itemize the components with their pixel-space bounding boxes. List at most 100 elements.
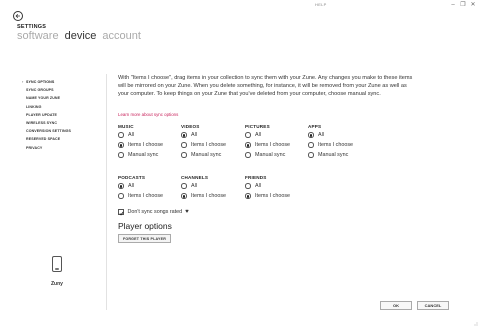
cancel-button[interactable]: CANCEL — [417, 301, 449, 310]
pictures-option-manual-sync[interactable]: Manual sync — [245, 150, 290, 160]
back-arrow-icon — [15, 14, 20, 18]
sync-description: With "Items I choose", drag items in you… — [118, 75, 413, 97]
videos-option-all[interactable]: All — [181, 130, 226, 140]
active-nav-caret-icon: › — [22, 79, 24, 84]
podcasts-option-items-i-choose[interactable]: Items I choose — [118, 191, 163, 201]
option-label: Manual sync — [128, 152, 159, 158]
friends-option-all[interactable]: All — [245, 181, 290, 191]
pivot-software[interactable]: software — [17, 30, 59, 42]
option-label: All — [318, 132, 324, 138]
dont-sync-rated-label: Don't sync songs rated — [127, 209, 183, 215]
close-button[interactable]: ✕ — [470, 2, 476, 8]
option-label: Items I choose — [318, 142, 354, 148]
nav-item-sync-groups[interactable]: SYNC GROUPS — [26, 86, 71, 94]
option-label: Items I choose — [255, 142, 291, 148]
music-option-all[interactable]: All — [118, 130, 163, 140]
radio-button[interactable] — [245, 152, 251, 158]
radio-button[interactable] — [245, 183, 251, 189]
group-title: VIDEOS — [181, 124, 200, 129]
dont-sync-rated-checkbox[interactable] — [118, 209, 124, 216]
nav-item-conversion-settings[interactable]: CONVERSION SETTINGS — [26, 127, 71, 135]
group-title: PODCASTS — [118, 175, 146, 180]
music-option-manual-sync[interactable]: Manual sync — [118, 150, 163, 160]
pivot-nav: software device account — [17, 30, 141, 42]
dont-sync-rated-option[interactable]: Don't sync songs rated ♥ — [118, 209, 189, 216]
pictures-option-all[interactable]: All — [245, 130, 290, 140]
nav-item-sync-options[interactable]: SYNC OPTIONS — [26, 78, 71, 86]
title-bar: HELP – ❐ ✕ — [0, 0, 480, 12]
option-label: Items I choose — [255, 193, 291, 199]
option-label: All — [255, 132, 261, 138]
radio-button[interactable] — [118, 152, 124, 158]
minimize-button[interactable]: – — [450, 2, 456, 8]
radio-button[interactable] — [245, 142, 251, 148]
apps-option-manual-sync[interactable]: Manual sync — [308, 150, 353, 160]
option-label: Items I choose — [191, 142, 227, 148]
podcasts-option-all[interactable]: All — [118, 181, 163, 191]
nav-item-reserved-space[interactable]: RESERVED SPACE — [26, 135, 71, 143]
nav-item-linking[interactable]: LINKING — [26, 103, 71, 111]
option-label: Manual sync — [255, 152, 286, 158]
radio-button[interactable] — [181, 132, 187, 138]
radio-button[interactable] — [118, 183, 124, 189]
pivot-account[interactable]: account — [102, 30, 141, 42]
pivot-device[interactable]: device — [65, 30, 97, 42]
nav-item-privacy[interactable]: PRIVACY — [26, 144, 71, 152]
radio-button[interactable] — [118, 132, 124, 138]
radio-button[interactable] — [181, 193, 187, 199]
restore-button[interactable]: ❐ — [460, 2, 466, 8]
nav-item-name-your-zune[interactable]: NAME YOUR ZUNE — [26, 94, 71, 102]
option-label: Items I choose — [128, 142, 164, 148]
friends-option-items-i-choose[interactable]: Items I choose — [245, 191, 290, 201]
radio-button[interactable] — [118, 193, 124, 199]
channels-group: CHANNELS All Items I choose — [181, 174, 226, 201]
music-option-items-i-choose[interactable]: Items I choose — [118, 140, 163, 150]
group-title: CHANNELS — [181, 175, 209, 180]
divider — [106, 74, 107, 310]
option-label: All — [128, 132, 134, 138]
resize-grip-icon[interactable] — [472, 320, 478, 326]
radio-button[interactable] — [308, 132, 314, 138]
radio-button[interactable] — [308, 142, 314, 148]
radio-button[interactable] — [181, 152, 187, 158]
channels-option-items-i-choose[interactable]: Items I choose — [181, 191, 226, 201]
option-label: Items I choose — [191, 193, 227, 199]
group-title: APPS — [308, 124, 322, 129]
option-label: All — [255, 183, 261, 189]
radio-button[interactable] — [245, 193, 251, 199]
radio-button[interactable] — [308, 152, 314, 158]
apps-option-all[interactable]: All — [308, 130, 353, 140]
radio-button[interactable] — [181, 142, 187, 148]
radio-button[interactable] — [245, 132, 251, 138]
learn-more-link[interactable]: Learn more about sync options — [118, 112, 178, 117]
option-label: Items I choose — [128, 193, 164, 199]
apps-group: APPS All Items I choose Manual sync — [308, 123, 353, 160]
group-title: PICTURES — [245, 124, 270, 129]
option-label: All — [191, 183, 197, 189]
window-controls: – ❐ ✕ — [450, 2, 476, 8]
videos-option-items-i-choose[interactable]: Items I choose — [181, 140, 226, 150]
radio-button[interactable] — [181, 183, 187, 189]
group-title: FRIENDS — [245, 175, 267, 180]
music-group: MUSIC All Items I choose Manual sync — [118, 123, 163, 160]
podcasts-group: PODCASTS All Items I choose — [118, 174, 163, 201]
radio-button[interactable] — [118, 142, 124, 148]
apps-option-items-i-choose[interactable]: Items I choose — [308, 140, 353, 150]
option-label: All — [191, 132, 197, 138]
nav-item-player-update[interactable]: PLAYER UPDATE — [26, 111, 71, 119]
device-name: Zuny — [51, 281, 63, 287]
nav-item-wireless-sync[interactable]: WIRELESS SYNC — [26, 119, 71, 127]
videos-option-manual-sync[interactable]: Manual sync — [181, 150, 226, 160]
pictures-option-items-i-choose[interactable]: Items I choose — [245, 140, 290, 150]
option-label: Manual sync — [318, 152, 349, 158]
channels-option-all[interactable]: All — [181, 181, 226, 191]
pictures-group: PICTURES All Items I choose Manual sync — [245, 123, 290, 160]
ok-button[interactable]: OK — [380, 301, 412, 310]
settings-sidebar: SYNC OPTIONS SYNC GROUPS NAME YOUR ZUNE … — [26, 78, 71, 152]
friends-group: FRIENDS All Items I choose — [245, 174, 290, 201]
help-link[interactable]: HELP — [315, 2, 327, 7]
back-button[interactable] — [13, 11, 23, 21]
videos-group: VIDEOS All Items I choose Manual sync — [181, 123, 226, 160]
option-label: All — [128, 183, 134, 189]
forget-player-button[interactable]: FORGET THIS PLAYER — [118, 234, 172, 243]
